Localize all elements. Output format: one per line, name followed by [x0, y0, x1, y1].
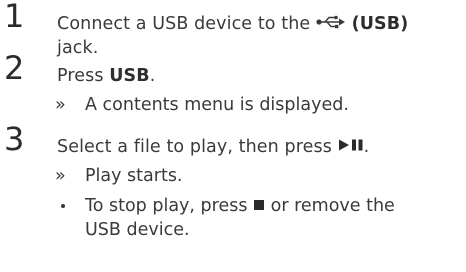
step-1-text-line2: jack. — [57, 38, 99, 58]
step-2-text-suffix: . — [149, 66, 156, 86]
step-2-text: Press USB. — [57, 64, 155, 88]
usb-icon — [316, 12, 346, 36]
step-1-text-prefix: Connect a USB device to the — [57, 14, 311, 34]
play-pause-icon — [338, 135, 364, 159]
step-3-note-prefix: To stop play, press — [85, 196, 248, 216]
step-1-text: Connect a USB device to the (USB) — [57, 12, 408, 36]
step-2-result: A contents menu is displayed. — [85, 95, 349, 115]
step-3-text-prefix: Select a file to play, then press — [57, 137, 332, 157]
step-1-number: 1 — [4, 0, 25, 35]
step-3-note-suffix: or remove the — [270, 196, 395, 216]
step-2-text-prefix: Press — [57, 66, 104, 86]
step-3-text: Select a file to play, then press . — [57, 135, 369, 159]
step-3-result: Play starts. — [85, 166, 183, 186]
step-3-text-suffix: . — [363, 137, 370, 157]
step-3-note-line2: USB device. — [85, 220, 190, 240]
step-3-number: 3 — [4, 120, 25, 158]
step-2-number: 2 — [4, 49, 25, 87]
step-3-note: To stop play, press or remove the — [85, 194, 395, 218]
step-2-usb-button-label: USB — [109, 66, 150, 86]
bullet-dot — [61, 204, 65, 208]
stop-icon — [253, 194, 265, 218]
step-3-result-marker: » — [55, 166, 66, 186]
step-1-usb-label: (USB) — [351, 14, 409, 34]
step-2-result-marker: » — [55, 95, 66, 115]
